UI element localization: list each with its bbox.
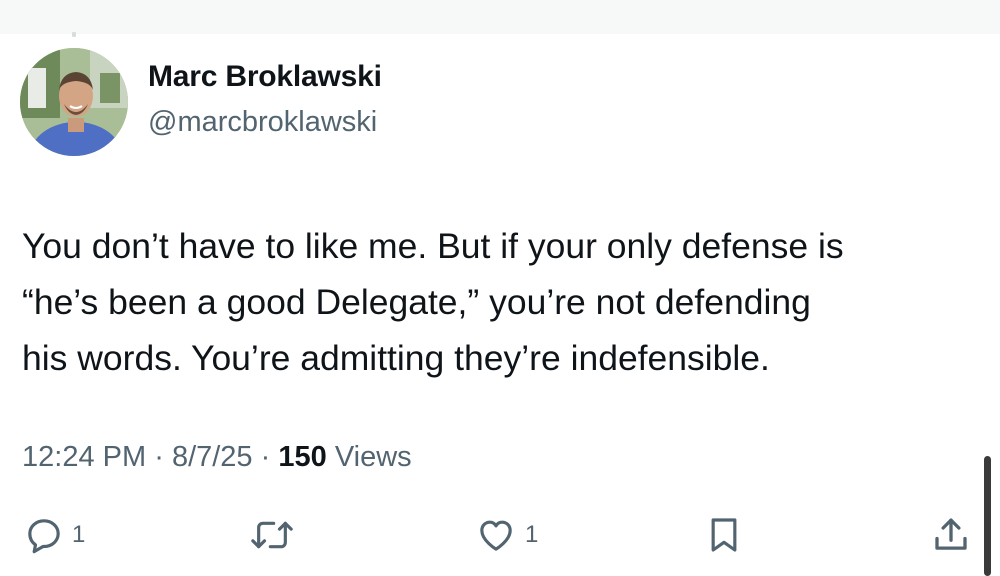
reply-count: 1: [72, 521, 86, 548]
top-bar-indicator: [72, 32, 76, 37]
display-name[interactable]: Marc Broklawski: [148, 60, 382, 94]
top-bar: [0, 0, 1000, 34]
share-icon: [930, 514, 972, 556]
views-count: 150: [278, 441, 327, 473]
heart-icon: [475, 515, 517, 555]
tweet-date[interactable]: 8/7/25: [172, 441, 253, 473]
bookmark-icon: [704, 514, 744, 556]
reply-icon: [24, 515, 64, 555]
views-label: Views: [334, 441, 412, 473]
bookmark-button[interactable]: [704, 510, 744, 560]
tweet-text: You don’t have to like me. But if your o…: [22, 218, 982, 386]
tweet-text-line: “he’s been a good Delegate,” you’re not …: [22, 282, 811, 322]
scrollbar[interactable]: [984, 456, 991, 576]
tweet-text-line: You don’t have to like me. But if your o…: [22, 226, 844, 266]
like-button[interactable]: 1: [475, 510, 538, 560]
meta-separator: ·: [154, 441, 164, 473]
share-button[interactable]: [930, 510, 972, 560]
meta-separator: ·: [260, 441, 271, 473]
tweet-time[interactable]: 12:24 PM: [22, 441, 146, 473]
user-handle[interactable]: @marcbroklawski: [148, 106, 377, 139]
retweet-icon: [248, 515, 296, 555]
avatar[interactable]: [20, 48, 128, 156]
retweet-button[interactable]: [248, 510, 296, 560]
reply-button[interactable]: 1: [24, 510, 85, 560]
tweet-meta: 12:24 PM · 8/7/25 · 150 Views: [22, 441, 412, 474]
like-count: 1: [525, 521, 539, 548]
tweet-text-line: his words. You’re admitting they’re inde…: [22, 338, 770, 378]
action-bar: 1 1: [0, 510, 1000, 560]
